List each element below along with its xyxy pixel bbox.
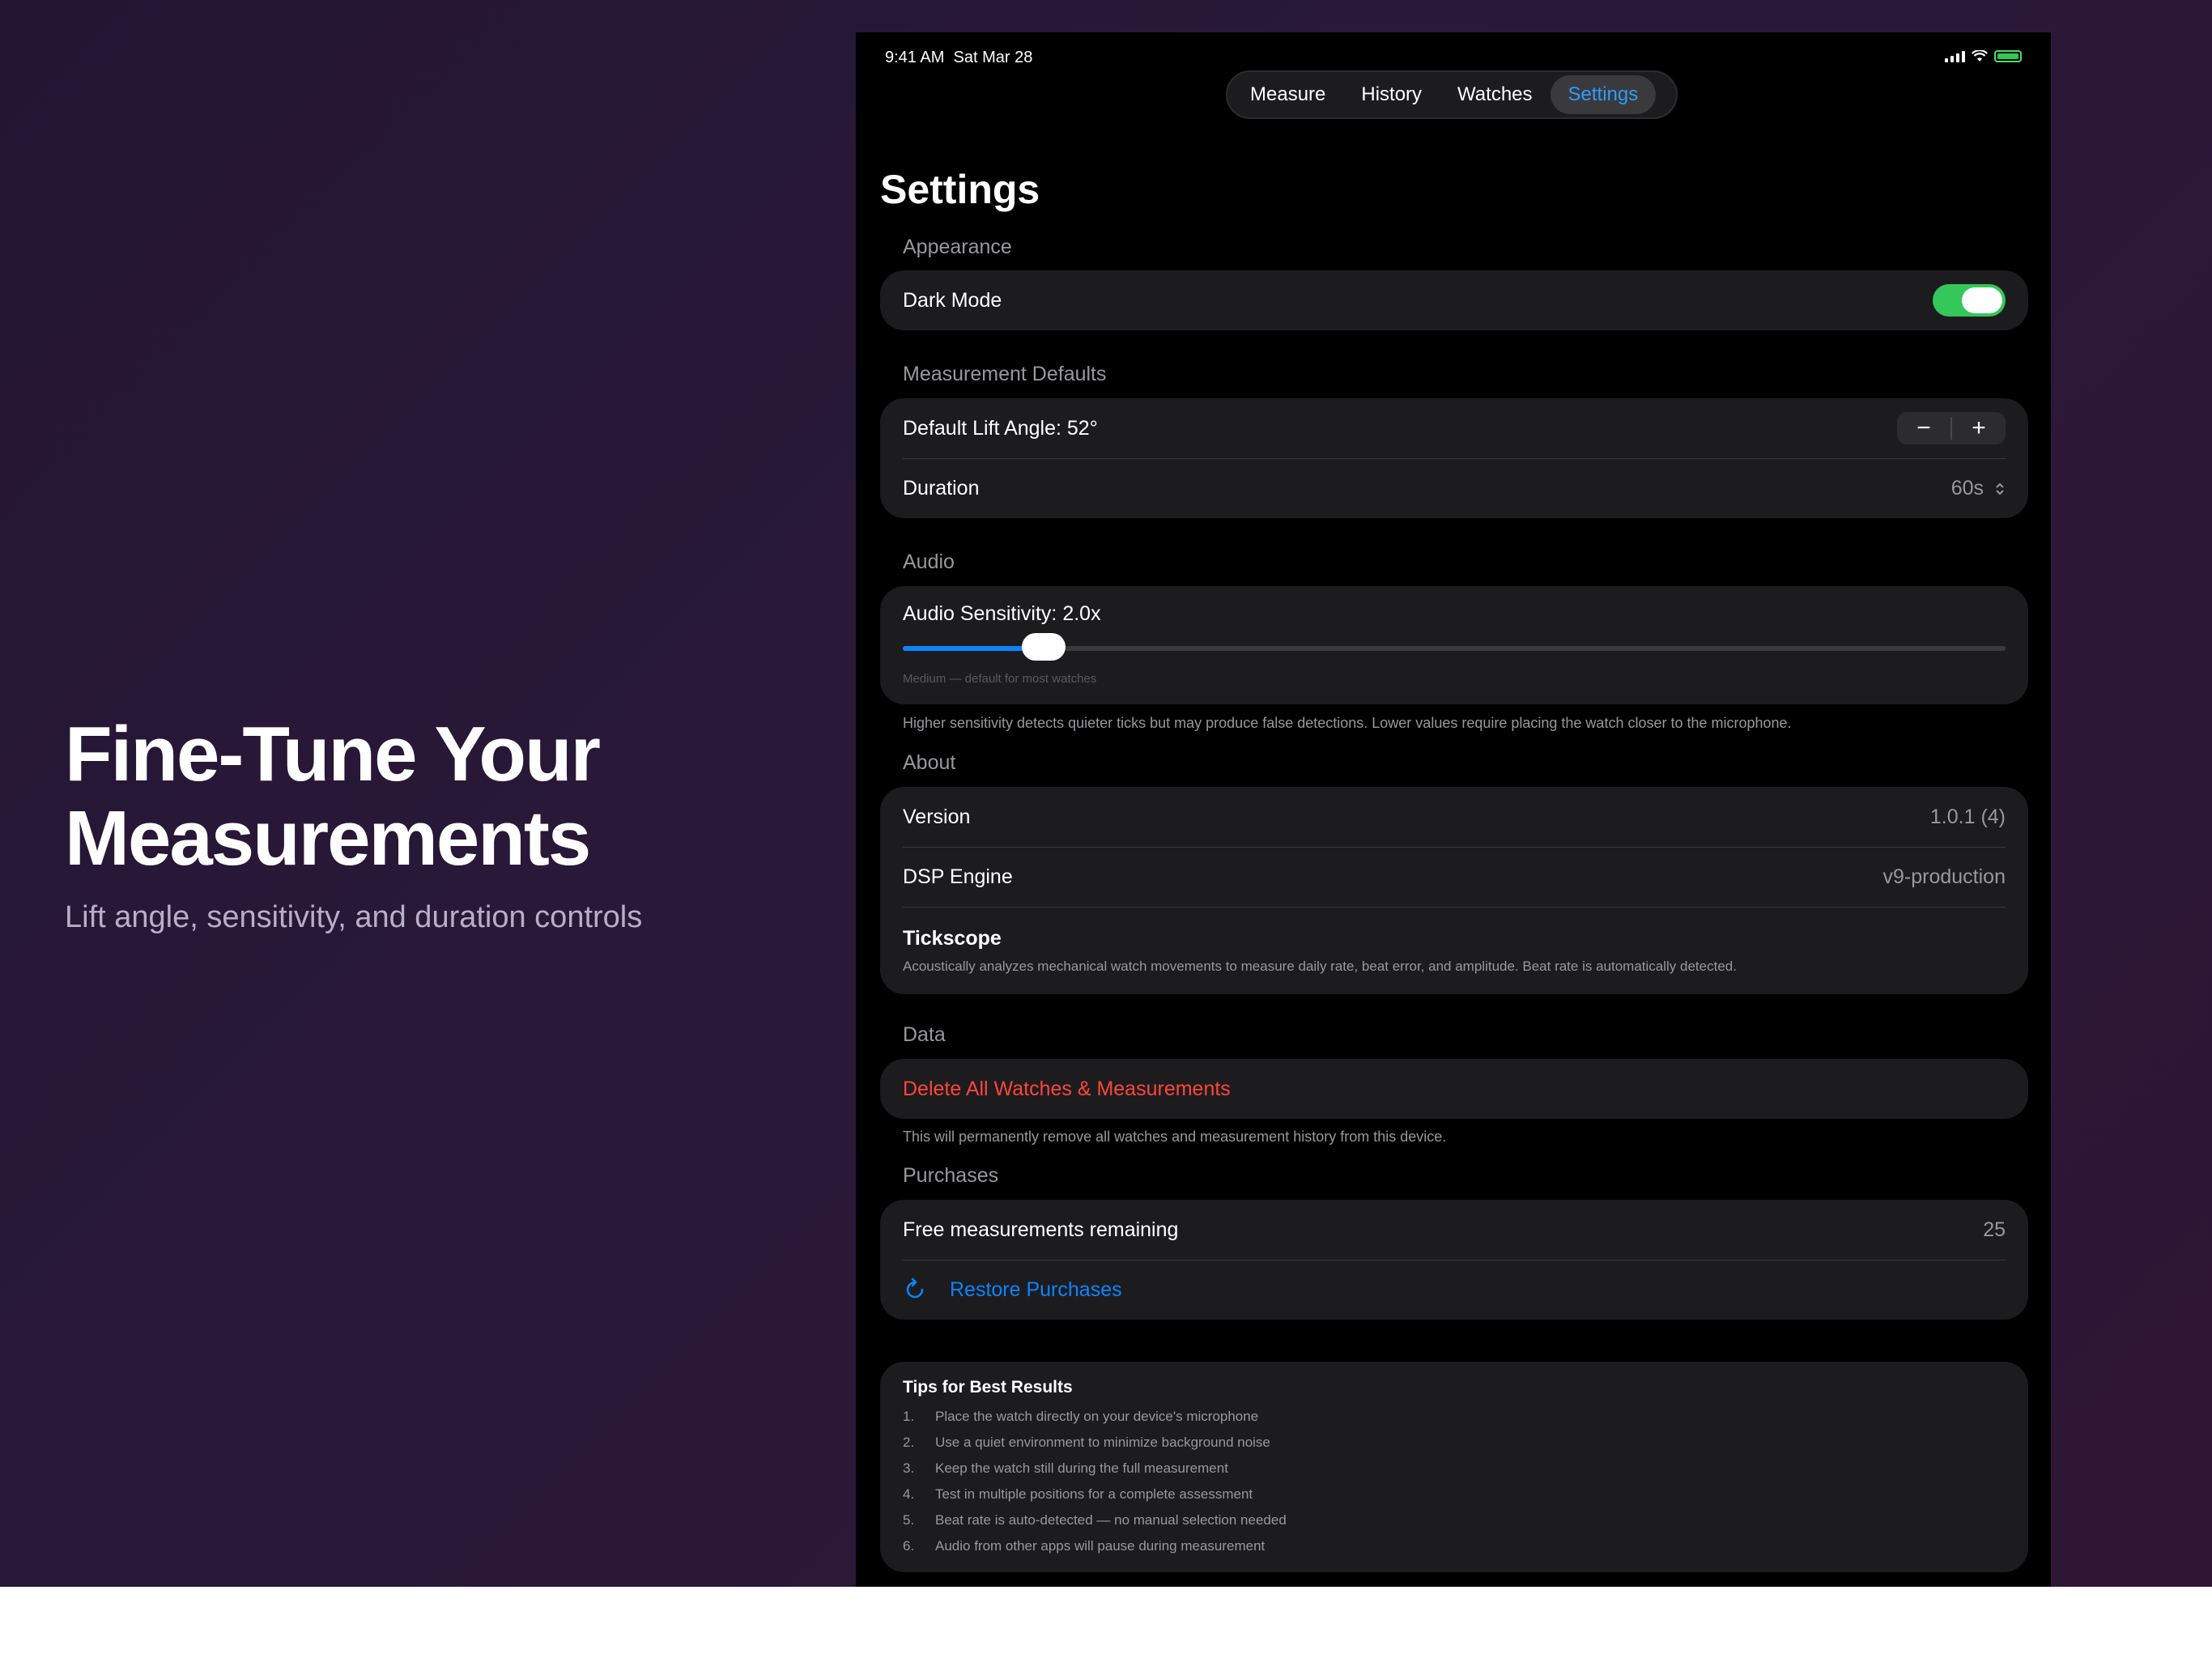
tip-number: 5.	[903, 1512, 915, 1528]
audio-sensitivity-label: Audio Sensitivity: 2.0x	[903, 602, 1101, 625]
version-label: Version	[903, 805, 971, 828]
appearance-card: Dark Mode	[880, 270, 2028, 330]
app-name: Tickscope	[903, 926, 1002, 950]
tip-text: Audio from other apps will pause during …	[935, 1538, 1266, 1554]
decrement-button[interactable]: −	[1897, 412, 1950, 444]
dsp-engine-row: DSP Engine v9-production	[880, 847, 2028, 907]
lift-angle-label: Default Lift Angle: 52°	[903, 416, 1098, 440]
version-row: Version 1.0.1 (4)	[880, 787, 2028, 847]
tips-card: Tips for Best Results 1. Place the watch …	[880, 1362, 2028, 1572]
status-bar: 9:41 AM Sat Mar 28	[885, 40, 2022, 74]
sensitivity-slider[interactable]	[903, 633, 2006, 661]
dark-mode-label: Dark Mode	[903, 288, 1002, 312]
restore-purchases-button[interactable]: Restore Purchases	[880, 1260, 2028, 1320]
data-card: Delete All Watches & Measurements	[880, 1059, 2028, 1119]
tip-text: Test in multiple positions for a complet…	[935, 1486, 1253, 1502]
measurement-defaults-card: Default Lift Angle: 52° − + Duration 60s	[880, 398, 2028, 518]
section-header-appearance: Appearance	[903, 236, 1012, 258]
status-date: Sat Mar 28	[953, 49, 1033, 66]
status-clock: 9:41 AM	[885, 49, 945, 66]
tip-text: Use a quiet environment to minimize back…	[935, 1435, 1270, 1450]
tip-text: Beat rate is auto-detected — no manual s…	[935, 1512, 1287, 1528]
tip-number: 2.	[903, 1435, 915, 1450]
tab-measure[interactable]: Measure	[1232, 75, 1343, 114]
tip-number: 4.	[903, 1486, 915, 1502]
segmented-tab-bar: Measure History Watches Settings	[1226, 70, 1678, 119]
marketing-headline: Fine-Tune Your Measurements	[65, 712, 793, 881]
audio-card: Audio Sensitivity: 2.0x Medium — default…	[880, 586, 2028, 704]
free-measurements-value: 25	[1983, 1218, 2006, 1241]
tip-number: 1.	[903, 1409, 915, 1424]
duration-picker[interactable]: 60s	[1951, 477, 2006, 500]
data-footnote: This will permanently remove all watches…	[903, 1129, 1447, 1145]
page-title: Settings	[880, 167, 1040, 212]
restore-purchases-label: Restore Purchases	[950, 1278, 1122, 1301]
increment-button[interactable]: +	[1952, 412, 2006, 444]
tip-item: 2. Use a quiet environment to minimize ba…	[903, 1435, 1287, 1460]
sensitivity-hint: Medium — default for most watches	[903, 672, 1097, 686]
tip-item: 4. Test in multiple positions for a compl…	[903, 1486, 1287, 1512]
device-screen: 9:41 AM Sat Mar 28 Measure History Watch…	[856, 32, 2051, 1587]
tip-item: 6. Audio from other apps will pause durin…	[903, 1538, 1287, 1564]
duration-value: 60s	[1950, 476, 1984, 500]
slider-thumb[interactable]	[1022, 633, 1066, 661]
tab-settings[interactable]: Settings	[1550, 75, 1657, 114]
tip-item: 1. Place the watch directly on your devic…	[903, 1409, 1287, 1435]
version-value: 1.0.1 (4)	[1929, 805, 2006, 828]
about-card: Version 1.0.1 (4) DSP Engine v9-producti…	[880, 787, 2028, 994]
section-header-measurement-defaults: Measurement Defaults	[903, 363, 1107, 385]
status-icons	[1945, 50, 2022, 62]
tip-text: Keep the watch still during the full mea…	[935, 1460, 1228, 1476]
status-time: 9:41 AM Sat Mar 28	[885, 49, 1032, 67]
dsp-engine-value: v9-production	[1882, 865, 2006, 888]
delete-all-button[interactable]: Delete All Watches & Measurements	[880, 1059, 2028, 1119]
audio-footnote: Higher sensitivity detects quieter ticks…	[903, 715, 1792, 731]
duration-label: Duration	[903, 476, 980, 500]
tip-item: 5. Beat rate is auto-detected — no manual…	[903, 1512, 1287, 1538]
lift-angle-row: Default Lift Angle: 52° − +	[880, 398, 2028, 458]
tip-number: 6.	[903, 1538, 915, 1554]
refresh-icon	[906, 1278, 924, 1299]
section-header-purchases: Purchases	[903, 1164, 999, 1187]
toggle-knob	[1962, 287, 2002, 313]
tip-item: 3. Keep the watch still during the full m…	[903, 1460, 1287, 1486]
section-header-audio: Audio	[903, 551, 955, 573]
duration-row[interactable]: Duration 60s	[880, 458, 2028, 518]
tips-title: Tips for Best Results	[903, 1378, 1073, 1397]
purchases-card: Free measurements remaining 25 Restore P…	[880, 1200, 2028, 1320]
app-description: Acoustically analyzes mechanical watch m…	[903, 958, 1737, 974]
marketing-panel: Fine-Tune Your Measurements Lift angle, …	[65, 712, 793, 935]
app-info-row: Tickscope Acoustically analyzes mechanic…	[880, 907, 2028, 994]
tip-number: 3.	[903, 1460, 915, 1476]
battery-icon	[1994, 50, 2022, 62]
section-header-data: Data	[903, 1023, 946, 1046]
marketing-subline: Lift angle, sensitivity, and duration co…	[65, 900, 643, 934]
tip-text: Place the watch directly on your device'…	[935, 1409, 1259, 1424]
tab-watches[interactable]: Watches	[1440, 75, 1550, 114]
headline-line-2: Measurements	[65, 795, 591, 882]
cellular-signal-icon	[1945, 50, 1965, 62]
lift-angle-stepper: − +	[1897, 412, 2006, 444]
tab-history[interactable]: History	[1343, 75, 1440, 114]
dark-mode-row: Dark Mode	[880, 270, 2028, 330]
headline-line-1: Fine-Tune Your	[65, 711, 601, 797]
dark-mode-toggle[interactable]	[1933, 284, 2006, 317]
section-header-about: About	[903, 751, 956, 774]
free-measurements-label: Free measurements remaining	[903, 1218, 1179, 1241]
free-measurements-row: Free measurements remaining 25	[880, 1200, 2028, 1260]
wifi-icon	[1972, 50, 1988, 62]
chevron-up-down-icon	[1996, 483, 2004, 495]
dsp-engine-label: DSP Engine	[903, 865, 1013, 888]
delete-all-label: Delete All Watches & Measurements	[903, 1077, 1231, 1100]
tips-list: 1. Place the watch directly on your devic…	[903, 1409, 1287, 1564]
